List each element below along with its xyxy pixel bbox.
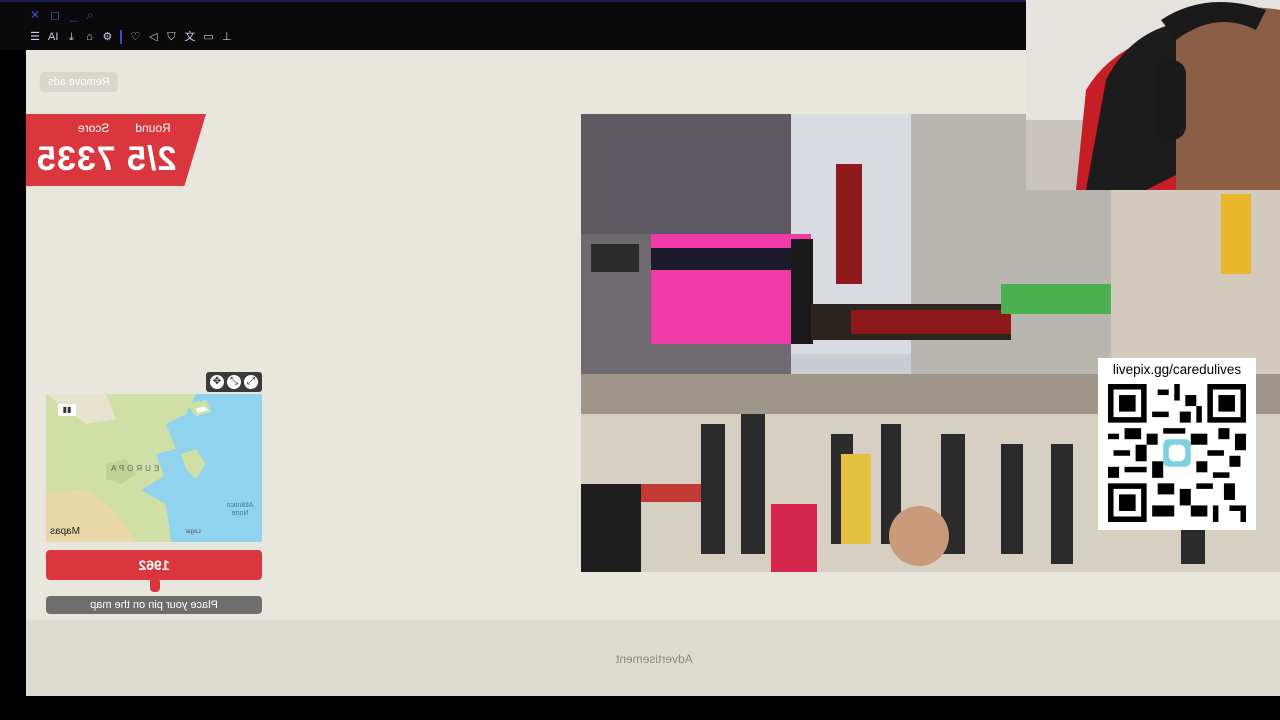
expand-icon[interactable]: ⤢ [244, 375, 258, 389]
advertisement-label: Advertisement [616, 652, 693, 666]
heart-icon[interactable]: ♡ [130, 31, 140, 44]
score-values: 2/5 7335 [36, 140, 176, 179]
map-legal-link[interactable]: Legal [186, 529, 201, 535]
donation-url: livepix.gg/caredulives [1112, 362, 1242, 377]
map-brand-label: Mapas [50, 526, 81, 537]
pin-icon[interactable]: ⊥ [222, 31, 232, 44]
resize-icon[interactable]: ⤡ [227, 375, 241, 389]
round-value: 2/5 [126, 140, 177, 178]
send-icon[interactable]: ◁ [148, 31, 158, 44]
round-label: Round [135, 121, 171, 135]
settings-icon[interactable]: ⚙ [102, 31, 112, 44]
clipboard-icon[interactable]: ▭ [203, 31, 213, 44]
map-ocean-label: Atlântico Norte [226, 502, 254, 517]
donation-qr-card: livepix.gg/caredulives [1098, 358, 1256, 530]
map-tools: ✥ ⤡ ⤢ [206, 372, 262, 392]
qr-code-icon [1108, 384, 1246, 522]
year-guess-value: 1962 [46, 550, 262, 580]
shield-icon[interactable]: ⛉ [166, 31, 176, 44]
place-pin-button[interactable]: Place your pin on the map [46, 596, 262, 614]
extension-icon[interactable]: ⌂ [84, 31, 94, 44]
year-slider-handle[interactable] [150, 578, 160, 592]
browser-toolbar: ☰ AI ⤓ ⌂ ⚙ ♡ ◁ ⛉ 文 ▭ ⊥ [30, 30, 232, 44]
webcam-feed-graphic [1026, 0, 1280, 190]
toolbar-divider [120, 30, 123, 44]
close-window-button[interactable]: ✕ [30, 8, 40, 22]
menu-icon[interactable]: ☰ [30, 31, 40, 44]
map-region-label: EUROPA [108, 464, 160, 473]
move-icon[interactable]: ✥ [210, 375, 224, 389]
search-window-button[interactable]: ⌕ [87, 8, 94, 22]
webcam-overlay [1026, 0, 1280, 190]
map-brand: Mapas [50, 526, 80, 537]
window-controls: ✕ ◻ _ ⌕ [30, 8, 93, 22]
map-mode-icon[interactable]: ▮▮ [58, 404, 76, 416]
translate-icon[interactable]: 文 [184, 31, 195, 44]
score-labels: Round Score [78, 121, 171, 135]
score-label: Score [78, 121, 110, 135]
minimize-window-button[interactable]: _ [70, 8, 77, 22]
maximize-window-button[interactable]: ◻ [50, 8, 60, 22]
remove-ads-button[interactable]: Remove ads [40, 72, 118, 92]
score-banner: Round Score 2/5 7335 [26, 114, 206, 186]
guess-map[interactable]: ▮▮ EUROPA Atlântico Norte Mapas Legal [46, 394, 262, 542]
download-icon[interactable]: ⤓ [66, 31, 76, 44]
score-value: 7335 [36, 140, 116, 178]
ai-button[interactable]: AI [48, 31, 58, 44]
